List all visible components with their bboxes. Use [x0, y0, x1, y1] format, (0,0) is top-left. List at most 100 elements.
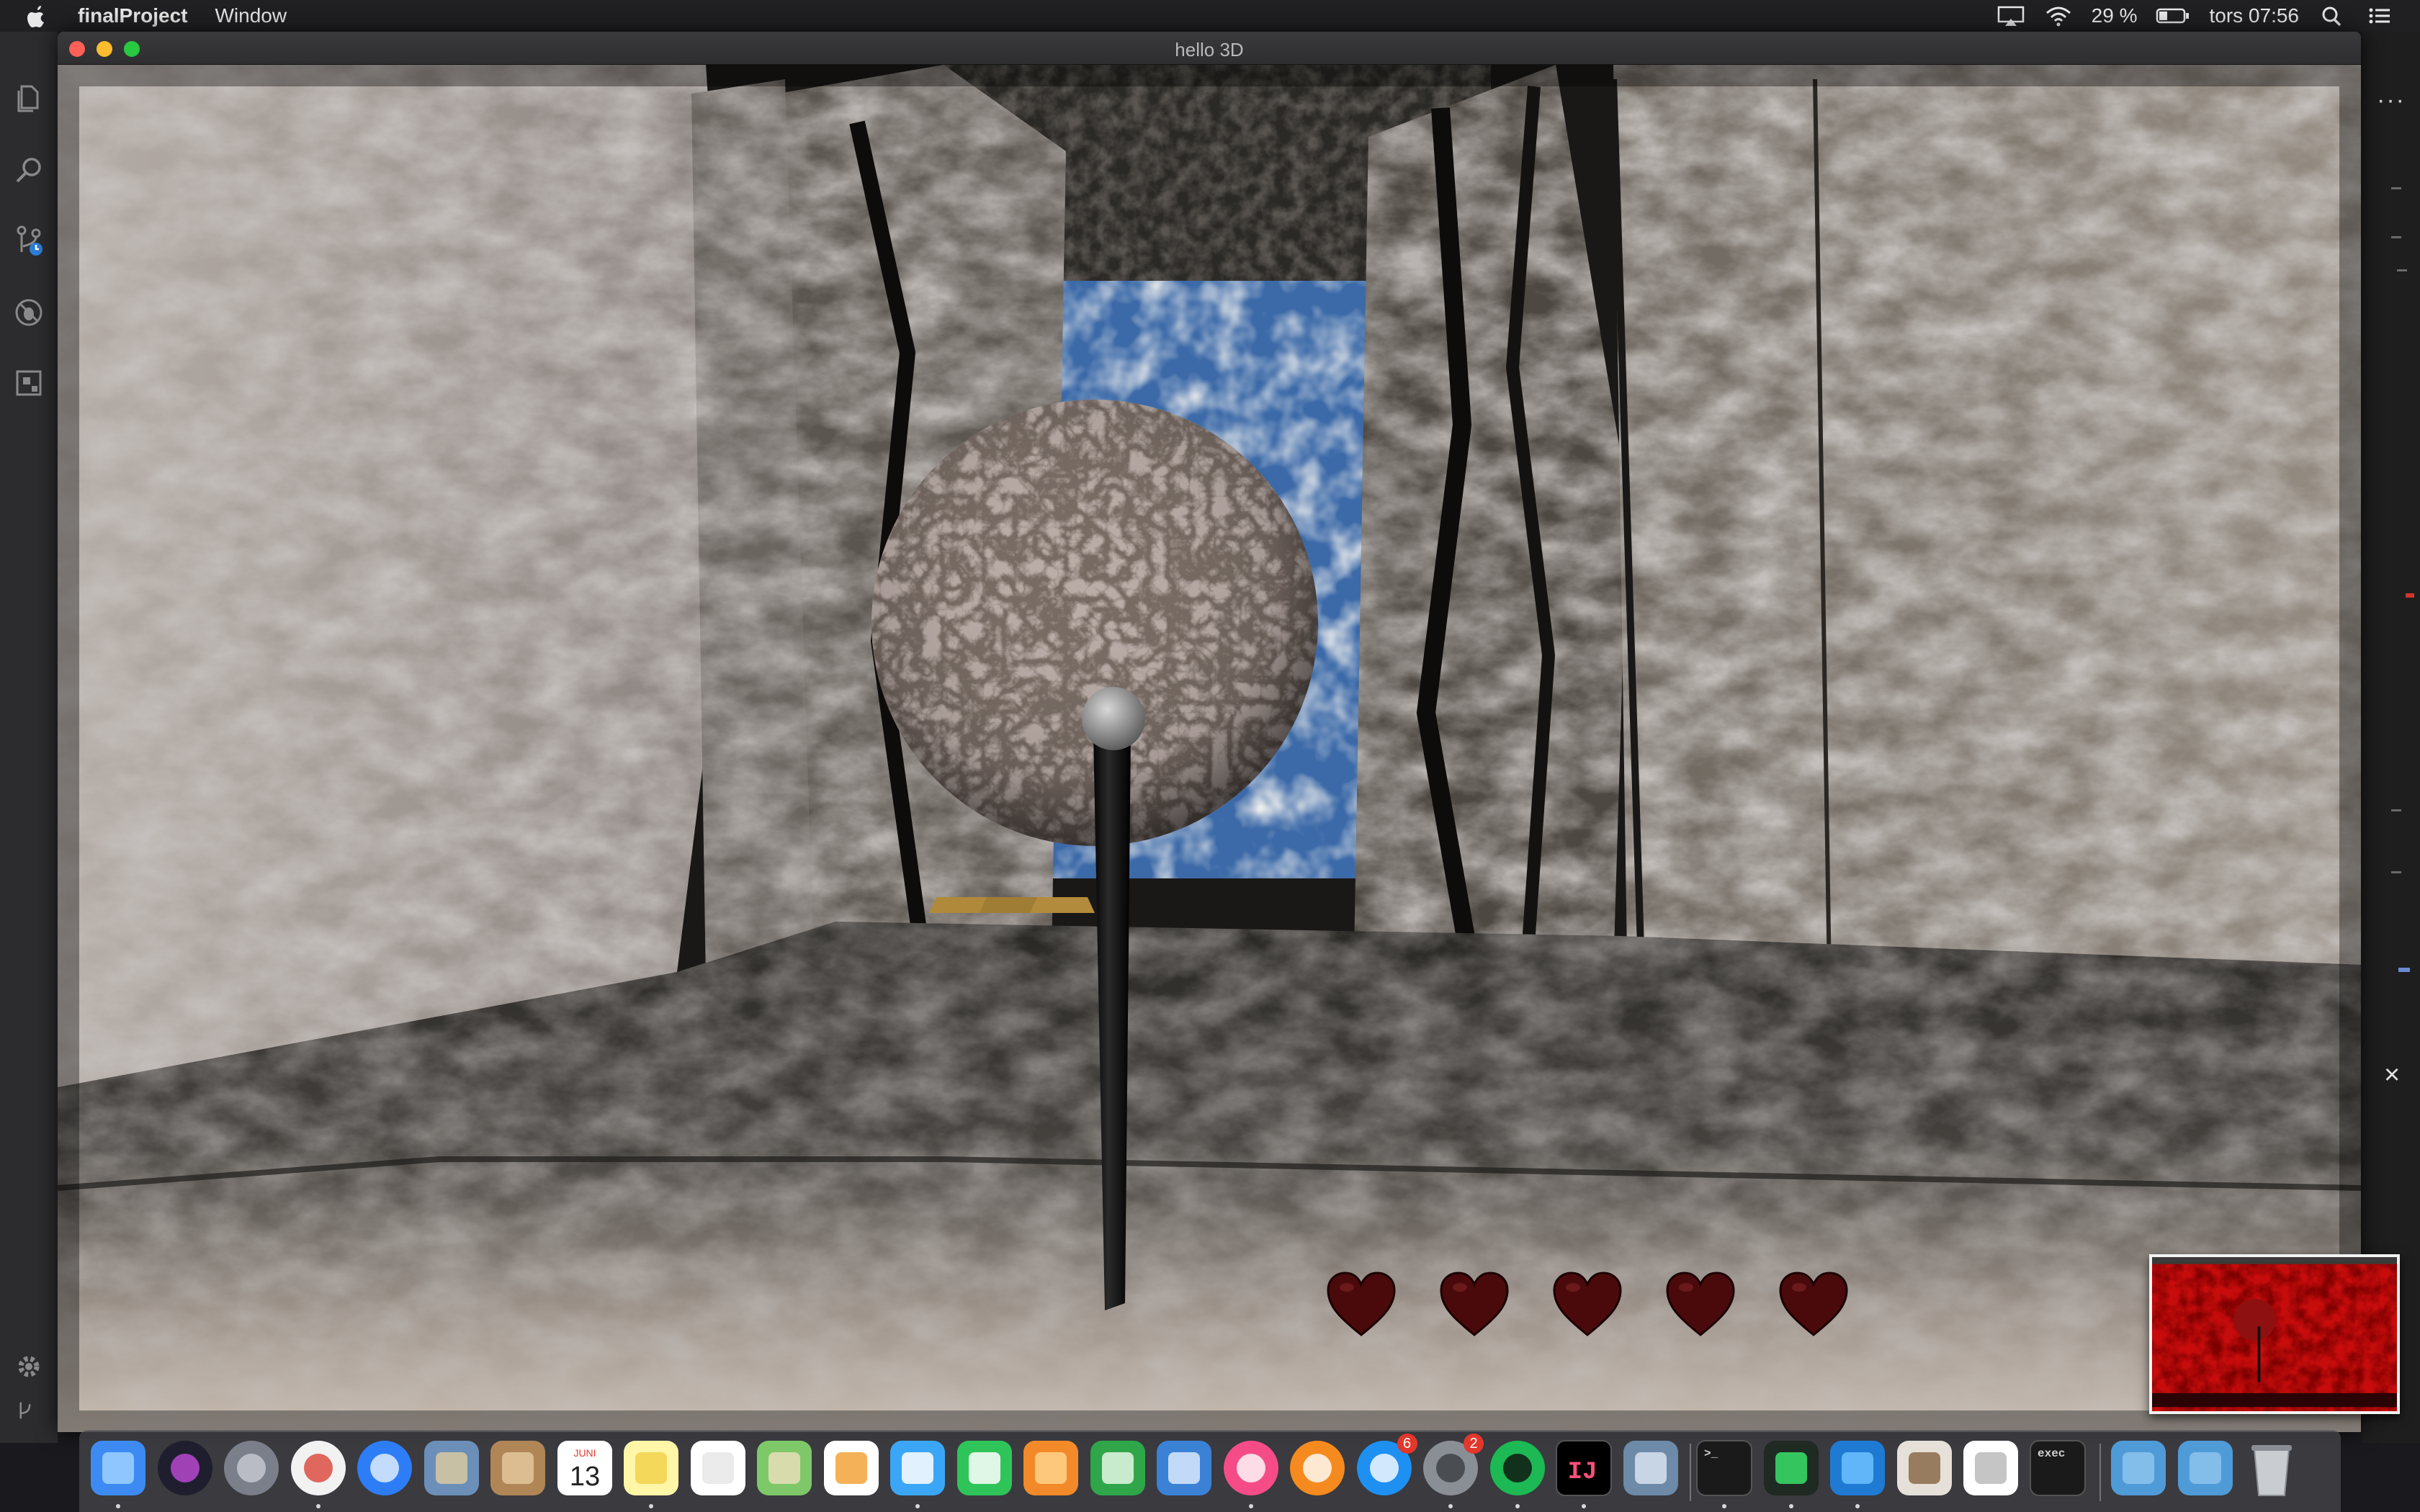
notification-center-icon[interactable] — [2365, 5, 2394, 27]
dock-separator — [1690, 1444, 1691, 1501]
keynote-icon — [1157, 1441, 1211, 1495]
dock-separator — [2099, 1444, 2101, 1501]
dock-app-facetime[interactable] — [954, 1438, 1015, 1498]
spotlight-icon[interactable] — [2318, 5, 2347, 27]
itunes-icon — [1223, 1441, 1278, 1495]
keynote-pages-icon — [1023, 1441, 1078, 1495]
photos-icon — [823, 1441, 879, 1495]
dock-app-textedit[interactable] — [1960, 1438, 2021, 1498]
dock-app-image-capture[interactable] — [1621, 1438, 1681, 1498]
launchpad-icon — [224, 1441, 279, 1495]
running-indicator — [315, 1504, 321, 1508]
dock-app-archive[interactable] — [1894, 1438, 1955, 1498]
dock-app-activity-monitor[interactable] — [1761, 1438, 1821, 1498]
battery-icon[interactable] — [2156, 5, 2190, 27]
window-titlebar: hello 3D — [58, 32, 2361, 65]
calendar-icon: JUNI 13 — [557, 1441, 612, 1495]
vscode-icon — [1830, 1441, 1885, 1495]
running-indicator — [1248, 1504, 1253, 1508]
notification-badge: 6 — [1397, 1434, 1417, 1454]
branch-icon[interactable] — [14, 1400, 36, 1421]
svg-text:exec: exec — [2038, 1447, 2065, 1460]
svg-text:13: 13 — [569, 1462, 599, 1492]
dock-app-maps[interactable] — [754, 1438, 815, 1498]
dock-app-siri[interactable] — [155, 1438, 215, 1498]
dock-app-keynote[interactable] — [1154, 1438, 1214, 1498]
close-panel-icon[interactable]: × — [2384, 1060, 2400, 1091]
dock-app-documents-folder[interactable] — [2175, 1438, 2236, 1498]
dock-app-vscode[interactable] — [1827, 1438, 1888, 1498]
dock-app-downloads-folder[interactable] — [2108, 1438, 2169, 1498]
more-actions-button[interactable]: ··· — [2377, 86, 2406, 114]
dock-app-messages[interactable] — [887, 1438, 948, 1498]
clock[interactable]: tors 07:56 — [2209, 4, 2299, 27]
wifi-icon[interactable] — [2044, 5, 2073, 27]
gear-icon[interactable] — [12, 1349, 46, 1384]
menu-window[interactable]: Window — [215, 4, 287, 27]
contacts-icon — [490, 1441, 545, 1495]
dock-app-contacts[interactable] — [488, 1438, 548, 1498]
dock-app-trash[interactable] — [2241, 1438, 2302, 1498]
running-indicator — [1722, 1504, 1726, 1508]
intellij-icon: IJ — [1556, 1440, 1612, 1496]
heart-icon — [1664, 1270, 1736, 1338]
dock-app-numbers[interactable] — [1088, 1438, 1148, 1498]
game-viewport[interactable] — [58, 65, 2361, 1432]
heart-icon — [1325, 1270, 1397, 1338]
apple-icon[interactable] — [27, 4, 48, 27]
dock-app-spotify[interactable] — [1487, 1438, 1548, 1498]
siri-icon — [157, 1441, 212, 1495]
spotify-icon — [1489, 1441, 1545, 1495]
dock-app-keynote-pages[interactable] — [1021, 1438, 1081, 1498]
terminal-icon: >_ — [1696, 1440, 1752, 1496]
dock-app-preview-eagle[interactable] — [421, 1438, 482, 1498]
dock-app-photos[interactable] — [821, 1438, 882, 1498]
airplay-icon[interactable] — [1996, 5, 2025, 27]
dock-app-intellij[interactable]: IJ — [1554, 1438, 1614, 1498]
dock-app-calendar[interactable]: JUNI 13 — [555, 1438, 615, 1498]
textedit-icon — [1963, 1441, 2018, 1495]
preview-eagle-icon — [424, 1441, 479, 1495]
trash-icon — [2251, 1445, 2292, 1496]
running-indicator — [915, 1504, 920, 1508]
dock-app-safari[interactable] — [354, 1438, 415, 1498]
running-indicator — [1855, 1504, 1860, 1508]
dock-app-launchpad[interactable] — [221, 1438, 282, 1498]
reminders-icon — [690, 1441, 745, 1495]
dock-app-itunes[interactable] — [1221, 1438, 1281, 1498]
dock-app-finder[interactable] — [88, 1438, 148, 1498]
books-icon — [1290, 1441, 1345, 1495]
app-menu-name[interactable]: finalProject — [78, 4, 187, 27]
image-capture-icon — [1623, 1441, 1678, 1495]
dock-app-notes[interactable] — [621, 1438, 681, 1498]
messages-icon — [890, 1441, 945, 1495]
search-icon[interactable] — [12, 153, 46, 187]
heart-icon — [1778, 1270, 1850, 1338]
source-control-icon[interactable] — [12, 223, 46, 258]
battery-percent: 29 % — [2091, 4, 2138, 27]
dock-app-terminal[interactable]: >_ — [1694, 1438, 1754, 1498]
menu-bar: finalProject Window 29 % tors 07:56 — [0, 0, 2420, 32]
extensions-icon[interactable] — [12, 366, 46, 400]
activity-monitor-icon — [1763, 1441, 1819, 1495]
dock-app-reminders[interactable] — [688, 1438, 748, 1498]
dock-app-exec[interactable]: exec — [2027, 1438, 2088, 1498]
dock: JUNI 13 6 2 IJ >_ exec — [79, 1430, 2341, 1512]
exec-icon: exec — [2029, 1440, 2086, 1496]
svg-text:JUNI: JUNI — [573, 1447, 596, 1459]
documents-folder-icon — [2177, 1441, 2233, 1495]
notification-badge: 2 — [1464, 1434, 1484, 1454]
explorer-icon[interactable] — [12, 81, 46, 115]
lives-hud — [1325, 1270, 1973, 1356]
screenshot-thumbnail[interactable] — [2149, 1254, 2400, 1414]
svg-text:IJ: IJ — [1568, 1459, 1597, 1486]
dock-app-chrome[interactable] — [288, 1438, 349, 1498]
debug-icon[interactable] — [12, 295, 46, 330]
running-indicator — [1788, 1504, 1793, 1508]
archive-icon — [1896, 1441, 1952, 1495]
running-indicator — [116, 1504, 120, 1508]
numbers-icon — [1090, 1441, 1145, 1495]
dock-app-books[interactable] — [1287, 1438, 1348, 1498]
heart-icon — [1438, 1270, 1510, 1338]
running-indicator — [1448, 1504, 1453, 1508]
